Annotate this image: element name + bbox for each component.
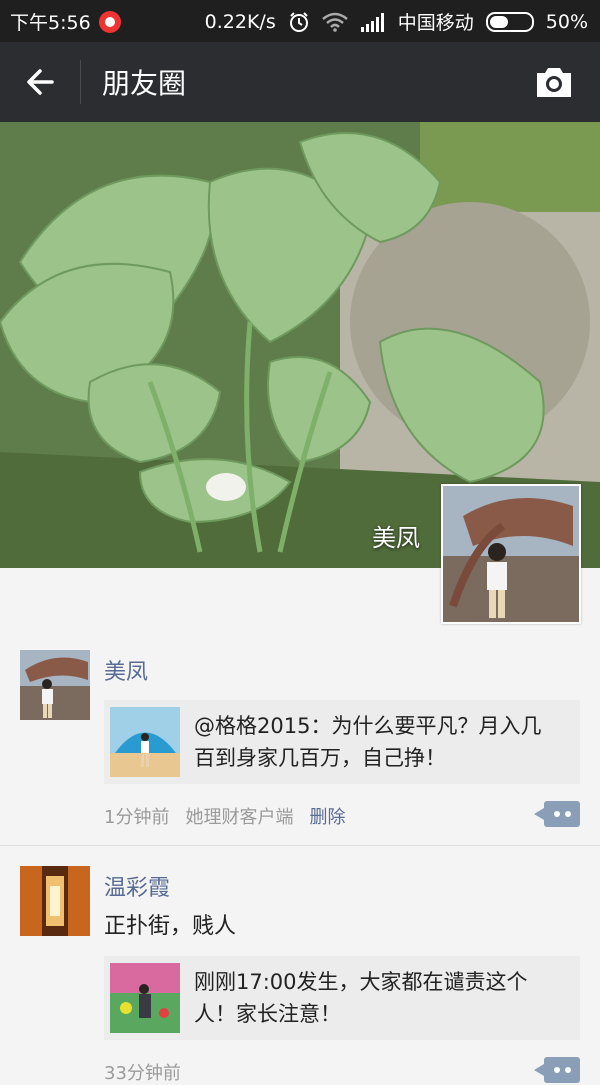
page-title: 朋友圈 — [102, 67, 187, 100]
post-meta: 33分钟前 — [104, 1059, 181, 1085]
author-avatar-image — [20, 866, 90, 936]
battery-icon — [485, 11, 534, 32]
wifi-icon — [321, 12, 348, 32]
alarm-icon — [289, 11, 308, 32]
moment-post: 温彩霞 正扑街，贱人 刚刚17:00发生，大家都在谴责这个人！家长注意！ 33分… — [0, 866, 600, 1084]
title-bar: 朋友圈 — [0, 42, 600, 122]
cover-user-name: 美凤 — [372, 524, 420, 552]
shared-link-title: @格格2015：为什么要平凡？月入几百到身家几百万，自己挣！ — [194, 714, 542, 770]
status-time: 下午5:56 — [10, 12, 91, 34]
post-time: 1分钟前 — [104, 807, 170, 828]
moment-post: 美凤 @格格2015：为什么要平凡？月入几百到身家几百万，自己挣！ 1分钟前 她… — [0, 650, 600, 845]
shared-link-title: 刚刚17:00发生，大家都在谴责这个人！家长注意！ — [194, 970, 528, 1026]
carrier-name: 中国移动 — [397, 12, 474, 34]
author-name[interactable]: 美凤 — [104, 654, 148, 686]
shared-link-card[interactable]: 刚刚17:00发生，大家都在谴责这个人！家长注意！ — [104, 956, 580, 1040]
post-meta: 1分钟前 她理财客户端 删除 — [104, 803, 345, 829]
delete-link[interactable]: 删除 — [309, 803, 345, 829]
profile-avatar[interactable] — [441, 484, 581, 624]
weibo-notification-icon — [98, 10, 121, 33]
post-text: 正扑街，贱人 — [104, 914, 237, 939]
signal-icon — [360, 12, 384, 32]
avatar[interactable] — [20, 650, 90, 720]
comment-menu-icon[interactable] — [534, 1057, 580, 1083]
author-name[interactable]: 温彩霞 — [104, 870, 170, 902]
comment-menu-icon[interactable] — [534, 801, 580, 827]
shared-link-thumbnail — [110, 707, 180, 777]
author-avatar-image — [20, 650, 90, 720]
back-arrow-icon[interactable] — [22, 62, 62, 102]
battery-percent: 50% — [545, 10, 588, 33]
shared-link-card[interactable]: @格格2015：为什么要平凡？月入几百到身家几百万，自己挣！ — [104, 700, 580, 784]
avatar[interactable] — [20, 866, 90, 936]
shared-link-thumbnail — [110, 963, 180, 1033]
post-time: 33分钟前 — [104, 1063, 181, 1084]
post-source[interactable]: 她理财客户端 — [185, 803, 293, 829]
camera-icon[interactable] — [534, 64, 574, 100]
status-bar: 下午5:56 0.22K/s 中国移动 50% — [0, 0, 600, 42]
network-speed: 0.22K/s — [204, 10, 276, 33]
profile-photo — [443, 486, 579, 622]
post-divider — [0, 845, 600, 846]
title-divider — [80, 60, 81, 104]
